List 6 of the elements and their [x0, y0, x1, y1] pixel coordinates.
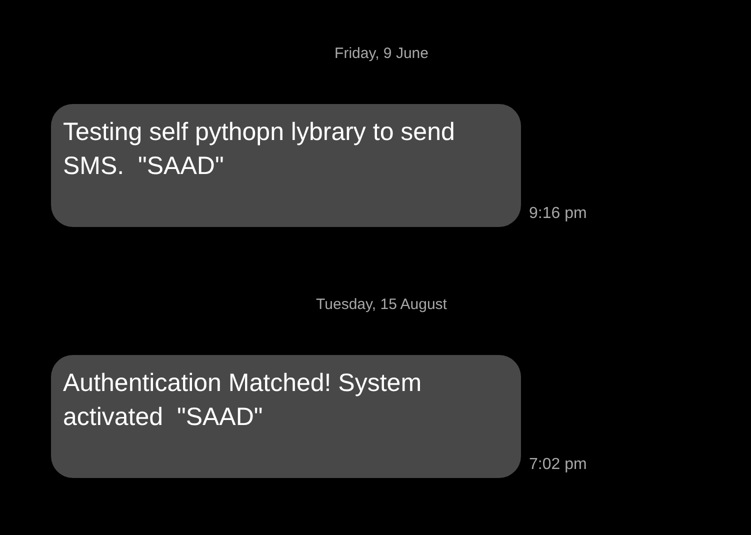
message-bubble: Testing self pythopn lybrary to send SMS. "SAAD": [51, 104, 521, 227]
message-bubble: Authentication Matched! System activated "SAAD": [51, 355, 521, 478]
date-header: Friday, 9 June: [334, 44, 430, 64]
date-header: Tuesday, 15 August: [315, 295, 448, 315]
message-time: 7:02 pm: [529, 456, 587, 474]
message-time: 9:16 pm: [529, 205, 587, 223]
